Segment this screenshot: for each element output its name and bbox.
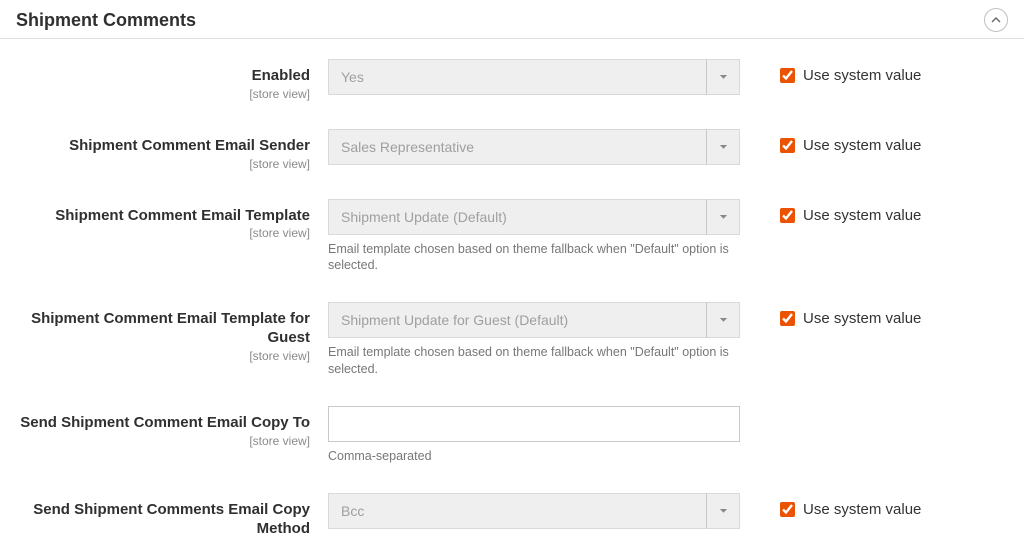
select-template-guest[interactable]: Shipment Update for Guest (Default) — [328, 302, 740, 338]
row-enabled: Enabled [store view] Yes Use system valu… — [16, 59, 1008, 101]
scope-label: [store view] — [16, 434, 310, 448]
use-system-label[interactable]: Use system value — [803, 137, 921, 154]
scope-label: [store view] — [16, 87, 310, 101]
use-col: Use system value — [740, 493, 970, 518]
helper-text: Email template chosen based on theme fal… — [328, 241, 738, 275]
use-system-checkbox-copy-method[interactable] — [780, 502, 795, 517]
label-col: Send Shipment Comment Email Copy To [sto… — [16, 406, 328, 448]
scope-label: [store view] — [16, 226, 310, 240]
input-col: Comma-separated — [328, 406, 740, 465]
use-col: Use system value — [740, 59, 970, 84]
select-template-guest-wrap: Shipment Update for Guest (Default) — [328, 302, 740, 338]
use-system-checkbox-template-guest[interactable] — [780, 311, 795, 326]
scope-label: [store view] — [16, 157, 310, 171]
use-system-label[interactable]: Use system value — [803, 207, 921, 224]
collapse-toggle[interactable] — [984, 8, 1008, 32]
select-template[interactable]: Shipment Update (Default) — [328, 199, 740, 235]
use-col: Use system value — [740, 199, 970, 224]
field-label: Send Shipment Comments Email Copy Method — [16, 501, 310, 539]
use-system-label[interactable]: Use system value — [803, 67, 921, 84]
field-label: Send Shipment Comment Email Copy To — [16, 414, 310, 433]
section-title: Shipment Comments — [16, 10, 196, 31]
field-label: Shipment Comment Email Template for Gues… — [16, 310, 310, 348]
select-template-wrap: Shipment Update (Default) — [328, 199, 740, 235]
label-col: Shipment Comment Email Template [store v… — [16, 199, 328, 241]
label-col: Enabled [store view] — [16, 59, 328, 101]
label-col: Send Shipment Comments Email Copy Method — [16, 493, 328, 539]
chevron-up-icon — [991, 17, 1001, 23]
copy-to-input[interactable] — [328, 406, 740, 442]
select-enabled[interactable]: Yes — [328, 59, 740, 95]
select-copy-method-wrap: Bcc — [328, 493, 740, 529]
scope-label: [store view] — [16, 349, 310, 363]
label-col: Shipment Comment Email Sender [store vie… — [16, 129, 328, 171]
row-template: Shipment Comment Email Template [store v… — [16, 199, 1008, 275]
use-col: Use system value — [740, 302, 970, 327]
helper-text: Email template chosen based on theme fal… — [328, 344, 738, 378]
select-enabled-wrap: Yes — [328, 59, 740, 95]
use-system-checkbox-template[interactable] — [780, 208, 795, 223]
row-copy-method: Send Shipment Comments Email Copy Method… — [16, 493, 1008, 539]
select-sender-wrap: Sales Representative — [328, 129, 740, 165]
use-col: Use system value — [740, 129, 970, 154]
input-col: Shipment Update for Guest (Default) Emai… — [328, 302, 740, 378]
field-label: Shipment Comment Email Template — [16, 207, 310, 226]
input-col: Yes — [328, 59, 740, 95]
row-sender: Shipment Comment Email Sender [store vie… — [16, 129, 1008, 171]
input-col: Sales Representative — [328, 129, 740, 165]
row-template-guest: Shipment Comment Email Template for Gues… — [16, 302, 1008, 378]
use-system-checkbox-enabled[interactable] — [780, 68, 795, 83]
select-copy-method[interactable]: Bcc — [328, 493, 740, 529]
field-label: Shipment Comment Email Sender — [16, 137, 310, 156]
field-label: Enabled — [16, 67, 310, 86]
fieldset: Enabled [store view] Yes Use system valu… — [0, 39, 1024, 538]
section-header: Shipment Comments — [0, 0, 1024, 39]
row-copy-to: Send Shipment Comment Email Copy To [sto… — [16, 406, 1008, 465]
use-system-checkbox-sender[interactable] — [780, 138, 795, 153]
use-system-label[interactable]: Use system value — [803, 310, 921, 327]
helper-text: Comma-separated — [328, 448, 738, 465]
use-col-empty — [740, 406, 970, 414]
input-col: Shipment Update (Default) Email template… — [328, 199, 740, 275]
input-col: Bcc — [328, 493, 740, 529]
use-system-label[interactable]: Use system value — [803, 501, 921, 518]
label-col: Shipment Comment Email Template for Gues… — [16, 302, 328, 363]
select-sender[interactable]: Sales Representative — [328, 129, 740, 165]
